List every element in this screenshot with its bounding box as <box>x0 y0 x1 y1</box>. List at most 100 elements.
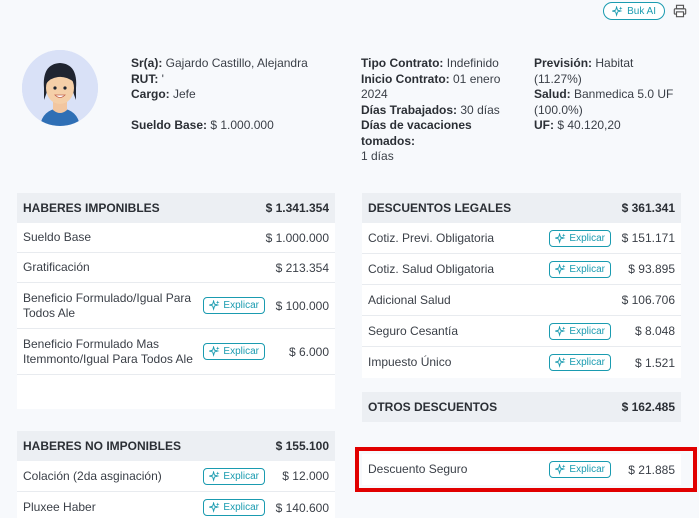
haberes-no-imponibles-table: HABERES NO IMPONIBLES $ 155.100 Colación… <box>17 431 335 518</box>
profile <box>22 50 130 126</box>
row-amount: $ 12.000 <box>282 469 329 483</box>
uf-label: UF: <box>534 118 554 132</box>
table-row: Beneficio Formulado/Igual Para Todos Ale… <box>17 283 335 329</box>
dias-value: 30 días <box>457 102 500 117</box>
explicar-button[interactable]: Explicar <box>549 354 611 371</box>
explicar-button[interactable]: Explicar <box>203 467 265 485</box>
haberes-imponibles-table: HABERES IMPONIBLES $ 1.341.354 Sueldo Ba… <box>17 193 335 409</box>
explicar-label: Explicar <box>569 325 605 337</box>
row-label: Seguro Cesantía <box>368 323 459 338</box>
explicar-label: Explicar <box>223 470 259 482</box>
table-row: Impuesto Único Explicar $ 1.521 <box>362 347 681 378</box>
row-label: Pluxee Haber <box>23 500 96 514</box>
table-row: Gratificación $ 213.354 <box>17 253 335 283</box>
row-amount: $ 151.171 <box>621 231 675 245</box>
buk-ai-button[interactable]: Buk AI <box>603 2 665 20</box>
row-amount: $ 1.000.000 <box>265 230 329 245</box>
sparkle-icon <box>555 263 566 275</box>
row-amount: $ 1.521 <box>634 355 675 370</box>
row-amount: $ 100.000 <box>275 298 329 313</box>
table-title: OTROS DESCUENTOS <box>368 400 498 414</box>
dias-label: Días Trabajados: <box>361 102 458 117</box>
salud-value: Banmedica 5.0 UF <box>570 87 674 101</box>
explicar-label: Explicar <box>223 502 259 513</box>
sueldo-label: Sueldo Base: <box>131 117 208 132</box>
row-label: Gratificación <box>23 260 90 274</box>
table-row: Colación (2da asginación) Explicar $ 12.… <box>17 461 335 492</box>
row-amount: $ 6.000 <box>288 344 329 359</box>
row-label: Cotiz. Salud Obligatoria <box>368 261 495 276</box>
row-label: Cotiz. Previ. Obligatoria <box>368 230 495 245</box>
employee-cargo: Jefe <box>169 87 196 101</box>
explicar-label: Explicar <box>223 300 259 311</box>
table-row: Adicional Salud $ 106.706 <box>362 285 681 316</box>
row-amount: $ 140.600 <box>275 500 329 515</box>
cargo-label: Cargo: <box>131 87 170 101</box>
table-footer-spacer <box>17 375 335 409</box>
explicar-button[interactable]: Explicar <box>203 297 265 314</box>
explicar-button[interactable]: Explicar <box>203 499 265 516</box>
table-row: Sueldo Base $ 1.000.000 <box>17 223 335 253</box>
contract-info: Tipo Contrato: Indefinido Inicio Contrat… <box>361 56 521 165</box>
row-label: Sueldo Base <box>23 230 92 244</box>
row-label: Adicional Salud <box>368 292 451 307</box>
name-label: Sr(a): <box>131 56 163 70</box>
explicar-label: Explicar <box>569 263 605 275</box>
sparkle-icon <box>555 232 566 244</box>
sparkle-icon <box>209 346 220 357</box>
topbar: Buk AI <box>603 0 699 22</box>
explicar-button[interactable]: Explicar <box>549 322 611 340</box>
table-header: OTROS DESCUENTOS $ 162.485 <box>362 392 681 422</box>
explicar-label: Explicar <box>569 232 605 244</box>
explicar-button[interactable]: Explicar <box>549 260 611 278</box>
salud-label: Salud: <box>534 87 571 101</box>
row-label: Beneficio Formulado Mas Itemmonto/Igual … <box>23 336 193 366</box>
sparkle-icon <box>209 470 220 482</box>
table-title: HABERES NO IMPONIBLES <box>23 439 182 453</box>
sparkle-icon <box>612 5 623 17</box>
inicio-label: Inicio Contrato: <box>361 71 450 86</box>
row-amount: $ 93.895 <box>628 262 675 276</box>
vac-value: 1 días <box>361 149 394 163</box>
table-total: $ 1.341.354 <box>265 201 329 215</box>
avatar <box>22 50 98 126</box>
buk-ai-label: Buk AI <box>627 5 656 17</box>
table-total: $ 162.485 <box>621 400 675 414</box>
table-total: $ 361.341 <box>621 201 675 215</box>
table-header: HABERES NO IMPONIBLES $ 155.100 <box>17 431 335 461</box>
vac-label: Días de vacaciones tomados: <box>361 118 472 148</box>
table-title: DESCUENTOS LEGALES <box>368 201 512 215</box>
row-amount: $ 8.048 <box>634 324 675 338</box>
print-icon[interactable] <box>673 4 687 18</box>
prevision-label: Previsión: <box>534 56 593 70</box>
table-row: Pluxee Haber Explicar $ 140.600 <box>17 492 335 518</box>
table-total: $ 155.100 <box>275 439 329 453</box>
table-row: Cotiz. Salud Obligatoria Explicar $ 93.8… <box>362 254 681 285</box>
tipo-label: Tipo Contrato: <box>361 56 444 70</box>
sparkle-icon <box>209 502 220 513</box>
table-row: Seguro Cesantía Explicar $ 8.048 <box>362 316 681 347</box>
employee-info: Sr(a): Gajardo Castillo, Alejandra RUT: … <box>131 56 308 133</box>
row-label: Impuesto Único <box>368 355 452 369</box>
row-label: Beneficio Formulado/Igual Para Todos Ale <box>23 290 192 320</box>
explicar-label: Explicar <box>569 357 605 368</box>
explicar-label: Explicar <box>223 346 259 357</box>
employee-name: Gajardo Castillo, Alejandra <box>162 56 308 70</box>
inicio-year: 2024 <box>361 87 388 101</box>
sparkle-icon <box>209 300 220 311</box>
highlight-box <box>355 447 697 492</box>
table-row: Beneficio Formulado Mas Itemmonto/Igual … <box>17 329 335 375</box>
table-title: HABERES IMPONIBLES <box>23 201 160 215</box>
descuentos-legales-table: DESCUENTOS LEGALES $ 361.341 Cotiz. Prev… <box>362 193 681 378</box>
tipo-value: Indefinido <box>443 56 499 70</box>
sparkle-icon <box>555 325 566 337</box>
explicar-button[interactable]: Explicar <box>203 343 265 360</box>
otros-descuentos-table: OTROS DESCUENTOS $ 162.485 <box>362 392 681 422</box>
row-amount: $ 213.354 <box>275 260 329 275</box>
table-row: Cotiz. Previ. Obligatoria Explicar $ 151… <box>362 223 681 254</box>
rut-label: RUT: <box>131 71 159 86</box>
inicio-value: 01 enero <box>449 71 501 86</box>
explicar-button[interactable]: Explicar <box>549 229 611 247</box>
prevision-info: Previsión: Habitat (11.27%) Salud: Banme… <box>534 56 684 134</box>
sparkle-icon <box>555 357 566 368</box>
